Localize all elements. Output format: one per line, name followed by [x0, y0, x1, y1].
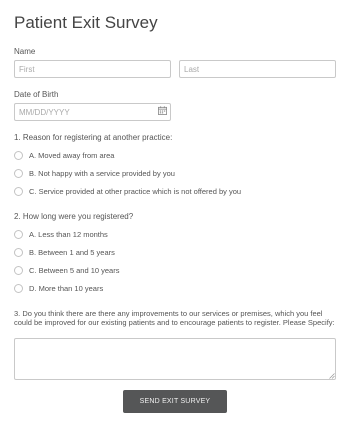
last-name-input[interactable]: [179, 60, 336, 78]
question-2-label: 2. How long were you registered?: [14, 212, 134, 221]
option-label: A. Less than 12 months: [29, 229, 108, 239]
radio-button[interactable]: [14, 168, 23, 178]
calendar-icon[interactable]: [158, 106, 167, 115]
radio-button[interactable]: [14, 283, 23, 293]
name-label: Name: [14, 47, 36, 56]
send-exit-survey-button[interactable]: SEND EXIT SURVEY: [123, 390, 227, 413]
q2-option-c[interactable]: C. Between 5 and 10 years: [14, 264, 119, 276]
question-3-label: 3. Do you think there are there any impr…: [14, 309, 335, 327]
radio-button[interactable]: [14, 229, 23, 239]
radio-button[interactable]: [14, 265, 23, 275]
q1-option-a[interactable]: A. Moved away from area: [14, 149, 114, 161]
radio-button[interactable]: [14, 150, 23, 160]
q1-option-b[interactable]: B. Not happy with a service provided by …: [14, 167, 175, 179]
radio-button[interactable]: [14, 186, 23, 196]
option-label: B. Between 1 and 5 years: [29, 247, 115, 257]
q2-option-d[interactable]: D. More than 10 years: [14, 282, 103, 294]
resize-handle-icon[interactable]: [329, 373, 335, 379]
option-label: B. Not happy with a service provided by …: [29, 168, 175, 178]
dob-input[interactable]: [14, 103, 171, 121]
question-1-label: 1. Reason for registering at another pra…: [14, 133, 173, 142]
q2-option-b[interactable]: B. Between 1 and 5 years: [14, 246, 115, 258]
improvements-textarea[interactable]: [14, 338, 336, 380]
form-title: Patient Exit Survey: [14, 13, 158, 32]
first-name-input[interactable]: [14, 60, 171, 78]
q1-option-c[interactable]: C. Service provided at other practice wh…: [14, 185, 241, 197]
q2-option-a[interactable]: A. Less than 12 months: [14, 228, 108, 240]
option-label: A. Moved away from area: [29, 150, 115, 160]
option-label: C. Service provided at other practice wh…: [29, 186, 242, 196]
option-label: C. Between 5 and 10 years: [29, 265, 120, 275]
option-label: D. More than 10 years: [29, 283, 104, 293]
radio-button[interactable]: [14, 247, 23, 257]
dob-label: Date of Birth: [14, 90, 59, 99]
